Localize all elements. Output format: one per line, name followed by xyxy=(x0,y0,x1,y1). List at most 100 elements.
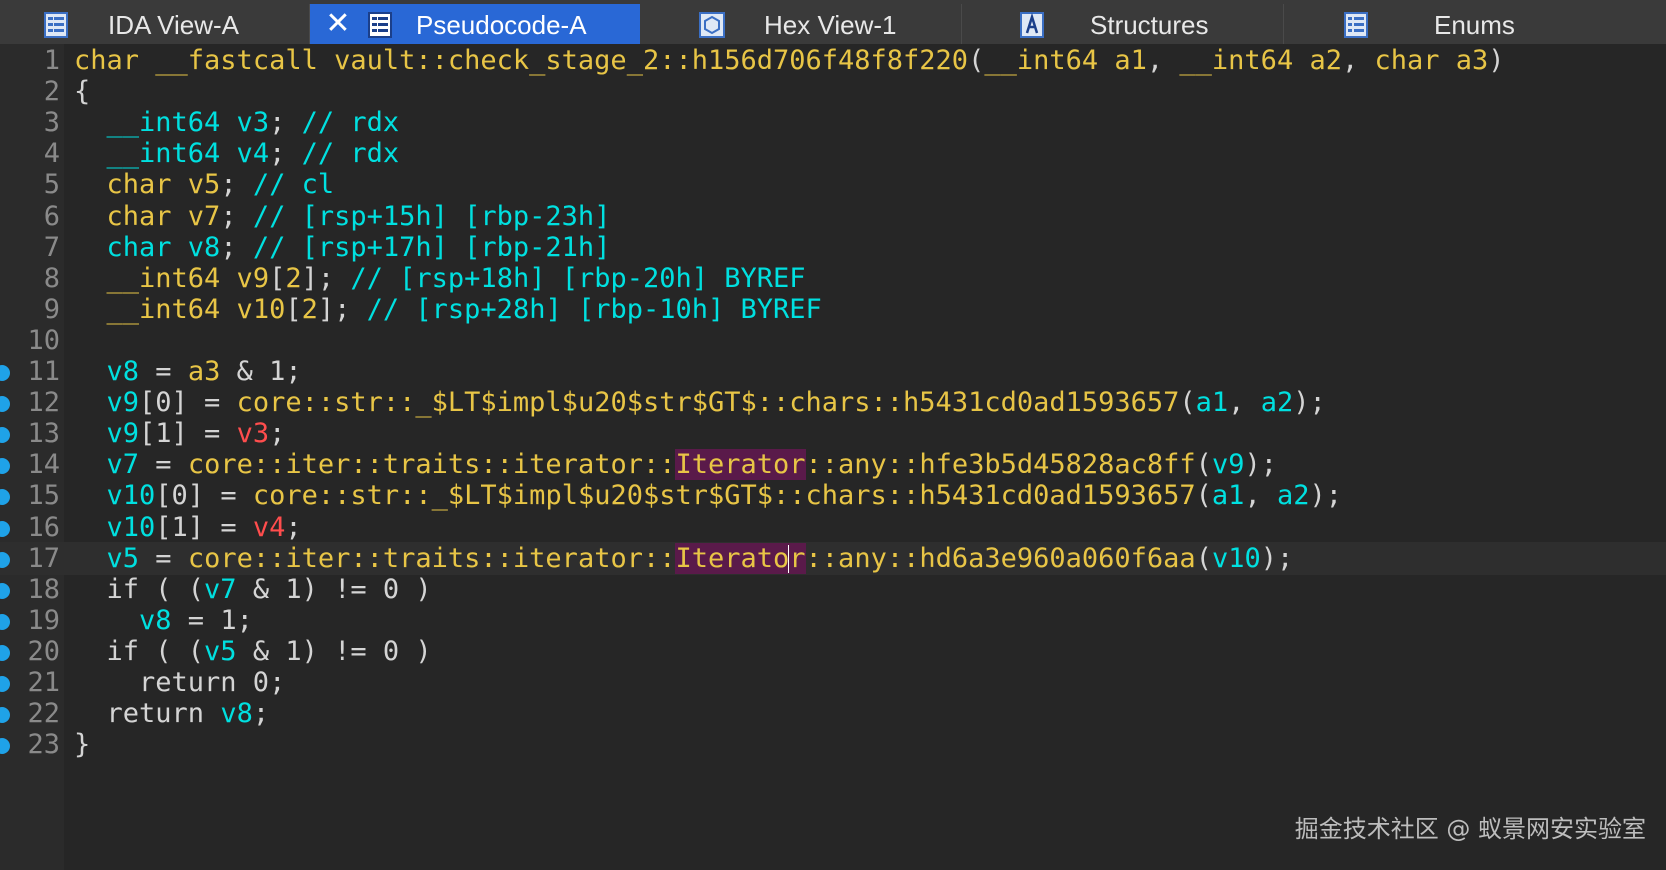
code-text[interactable]: v7 = core::iter::traits::iterator::Itera… xyxy=(74,448,1277,481)
code-text[interactable]: if ( (v7 & 1) != 0 ) xyxy=(74,573,432,606)
code-token: // rdx xyxy=(301,107,400,139)
code-token: , xyxy=(1341,45,1375,76)
code-token: char xyxy=(1374,45,1456,76)
code-token: ( xyxy=(1195,449,1212,481)
code-token: , xyxy=(1146,45,1180,76)
tab-hex-view-1[interactable]: Hex View-1 xyxy=(640,4,962,44)
code-token: ]; xyxy=(301,262,351,294)
tab-structures[interactable]: Structures xyxy=(962,4,1284,44)
code-text[interactable]: char v5; // cl xyxy=(74,168,335,201)
code-line[interactable]: 2{ xyxy=(0,75,1666,108)
code-token: a1 xyxy=(1195,387,1229,419)
code-text[interactable]: v9[0] = core::str::_$LT$impl$u20$str$GT$… xyxy=(74,386,1326,419)
code-token: __fastcall xyxy=(155,45,335,76)
code-text[interactable]: v5 = core::iter::traits::iterator::Itera… xyxy=(74,542,1293,575)
code-token: ; xyxy=(269,138,302,170)
pseudocode-icon xyxy=(368,12,392,38)
code-text[interactable]: v10[0] = core::str::_$LT$impl$u20$str$GT… xyxy=(74,479,1342,512)
code-text[interactable]: { xyxy=(74,75,90,108)
code-text[interactable]: __int64 v4; // rdx xyxy=(74,137,400,170)
code-token: v10 xyxy=(106,480,156,512)
code-line[interactable]: 9 __int64 v10[2]; // [rsp+28h] [rbp-10h]… xyxy=(0,293,1666,326)
ida-view-icon xyxy=(44,12,68,38)
code-line[interactable]: 12 v9[0] = core::str::_$LT$impl$u20$str$… xyxy=(0,386,1666,419)
code-line[interactable]: 17 v5 = core::iter::traits::iterator::It… xyxy=(0,541,1666,575)
tab-pseudocode-a[interactable]: ✕ Pseudocode-A xyxy=(310,4,640,44)
code-text[interactable]: return 0; xyxy=(74,666,285,699)
code-line[interactable]: 11 v8 = a3 & 1; xyxy=(0,355,1666,388)
code-line[interactable]: 7 char v8; // [rsp+17h] [rbp-21h] xyxy=(0,231,1666,264)
code-line[interactable]: 3 __int64 v3; // rdx xyxy=(0,106,1666,139)
code-token: ( xyxy=(1195,542,1212,574)
code-token: [0] = xyxy=(139,387,237,419)
code-token: a1 xyxy=(1114,45,1147,76)
code-text[interactable]: v10[1] = v4; xyxy=(74,511,302,544)
code-token: [1] = xyxy=(139,418,237,450)
code-text[interactable]: __int64 v3; // rdx xyxy=(74,106,400,139)
code-line[interactable]: 16 v10[1] = v4; xyxy=(0,511,1666,544)
line-number: 7 xyxy=(43,231,60,263)
code-token: v9 xyxy=(106,387,140,419)
code-text[interactable]: __int64 v10[2]; // [rsp+28h] [rbp-10h] B… xyxy=(74,293,822,326)
code-token: r xyxy=(789,542,806,574)
line-number: 23 xyxy=(27,729,60,761)
code-token: char v7 xyxy=(106,200,221,232)
code-line[interactable]: 23} xyxy=(0,728,1666,761)
code-token: ; xyxy=(220,200,253,232)
code-token: a2 xyxy=(1309,45,1342,76)
code-text[interactable]: __int64 v9[2]; // [rsp+18h] [rbp-20h] BY… xyxy=(74,262,806,295)
code-token: & 1) != 0 ) xyxy=(236,635,432,667)
code-line[interactable]: 13 v9[1] = v3; xyxy=(0,417,1666,450)
line-number: 16 xyxy=(27,511,60,543)
code-line[interactable]: 19 v8 = 1; xyxy=(0,604,1666,637)
code-line[interactable]: 5 char v5; // cl xyxy=(0,168,1666,201)
code-token: v9 xyxy=(1211,449,1245,481)
pseudocode-view[interactable]: 1 char __fastcall vault::check_stage_2::h… xyxy=(0,44,1666,870)
line-number: 3 xyxy=(43,107,60,139)
code-token: v8 xyxy=(106,356,140,387)
code-line[interactable]: 20 if ( (v5 & 1) != 0 ) xyxy=(0,635,1666,668)
code-line[interactable]: 15 v10[0] = core::str::_$LT$impl$u20$str… xyxy=(0,479,1666,512)
code-token: ; xyxy=(252,698,270,730)
code-line[interactable]: 8 __int64 v9[2]; // [rsp+18h] [rbp-20h] … xyxy=(0,262,1666,295)
code-line[interactable]: 10 xyxy=(0,324,1666,357)
code-token: v9 xyxy=(106,418,140,450)
code-token: ; xyxy=(220,169,253,201)
code-line[interactable]: 6 char v7; // [rsp+15h] [rbp-23h] xyxy=(0,200,1666,233)
line-number: 11 xyxy=(27,356,60,387)
code-line[interactable]: 14 v7 = core::iter::traits::iterator::It… xyxy=(0,448,1666,481)
code-token: Iterator xyxy=(675,449,806,481)
code-text[interactable]: char v8; // [rsp+17h] [rbp-21h] xyxy=(74,231,611,264)
code-text[interactable]: v8 = a3 & 1; xyxy=(74,355,302,388)
code-text[interactable]: } xyxy=(74,728,90,761)
code-token: if ( ( xyxy=(74,573,205,605)
code-token: = xyxy=(139,356,188,387)
code-token: ); xyxy=(1260,542,1294,574)
code-line[interactable]: 22 return v8; xyxy=(0,697,1666,730)
code-line[interactable]: 18 if ( (v7 & 1) != 0 ) xyxy=(0,573,1666,606)
code-line[interactable]: 1 char __fastcall vault::check_stage_2::h… xyxy=(0,44,1666,77)
code-text[interactable]: v8 = 1; xyxy=(74,604,253,637)
code-token: char v8 xyxy=(106,231,221,263)
code-text[interactable]: return v8; xyxy=(74,697,270,730)
code-text[interactable]: char __fastcall vault::check_stage_2::h1… xyxy=(74,44,1505,77)
code-token: ; xyxy=(220,231,253,263)
code-line[interactable]: 4 __int64 v4; // rdx xyxy=(0,137,1666,170)
code-line[interactable]: 21 return 0; xyxy=(0,666,1666,699)
code-token: & 1; xyxy=(220,356,302,387)
code-text[interactable]: if ( (v5 & 1) != 0 ) xyxy=(74,635,432,668)
tab-ida-view-a[interactable]: IDA View-A xyxy=(0,4,310,44)
code-token: a2 xyxy=(1276,480,1310,512)
code-token: v10 xyxy=(1211,542,1261,574)
line-number: 18 xyxy=(27,573,60,605)
code-text[interactable]: char v7; // [rsp+15h] [rbp-23h] xyxy=(74,200,611,233)
code-token: ( xyxy=(1179,387,1196,419)
code-text[interactable]: v9[1] = v3; xyxy=(74,417,286,450)
tab-enums[interactable]: Enums xyxy=(1284,4,1666,44)
code-token: // rdx xyxy=(301,138,400,170)
code-token: __int64 v3 xyxy=(106,107,270,139)
close-icon[interactable]: ✕ xyxy=(324,9,352,39)
